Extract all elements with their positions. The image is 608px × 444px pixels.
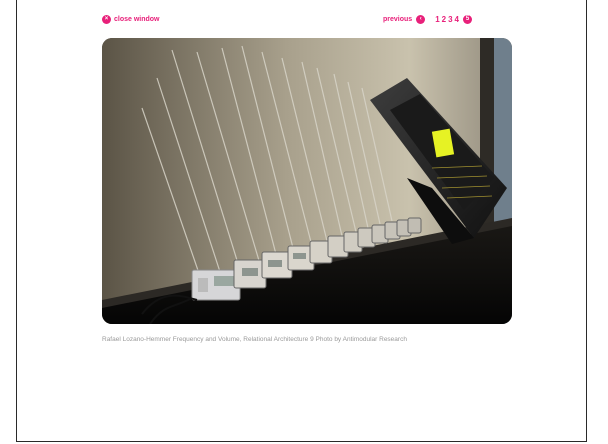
page-numbers: 1 2 3 4: [435, 15, 459, 24]
pagination: previous ‹ 1 2 3 4 5: [383, 15, 472, 24]
close-window-link[interactable]: × close window: [102, 15, 160, 24]
gallery-photo: [102, 38, 512, 324]
photo-caption: Rafael Lozano-Hemmer Frequency and Volum…: [102, 336, 407, 343]
previous-label: previous: [383, 16, 413, 23]
close-window-label: close window: [114, 16, 160, 23]
page-link-4[interactable]: 4: [455, 15, 459, 24]
photo-illustration: [102, 38, 512, 324]
previous-link[interactable]: previous ‹: [383, 15, 426, 24]
page-5-current-icon[interactable]: 5: [463, 15, 472, 24]
close-icon: ×: [102, 15, 111, 24]
page-link-2[interactable]: 2: [442, 15, 446, 24]
page-link-1[interactable]: 1: [435, 15, 439, 24]
top-navigation: × close window previous ‹ 1 2 3 4 5: [102, 15, 512, 29]
page-link-3[interactable]: 3: [448, 15, 452, 24]
previous-arrow-icon: ‹: [416, 15, 426, 24]
